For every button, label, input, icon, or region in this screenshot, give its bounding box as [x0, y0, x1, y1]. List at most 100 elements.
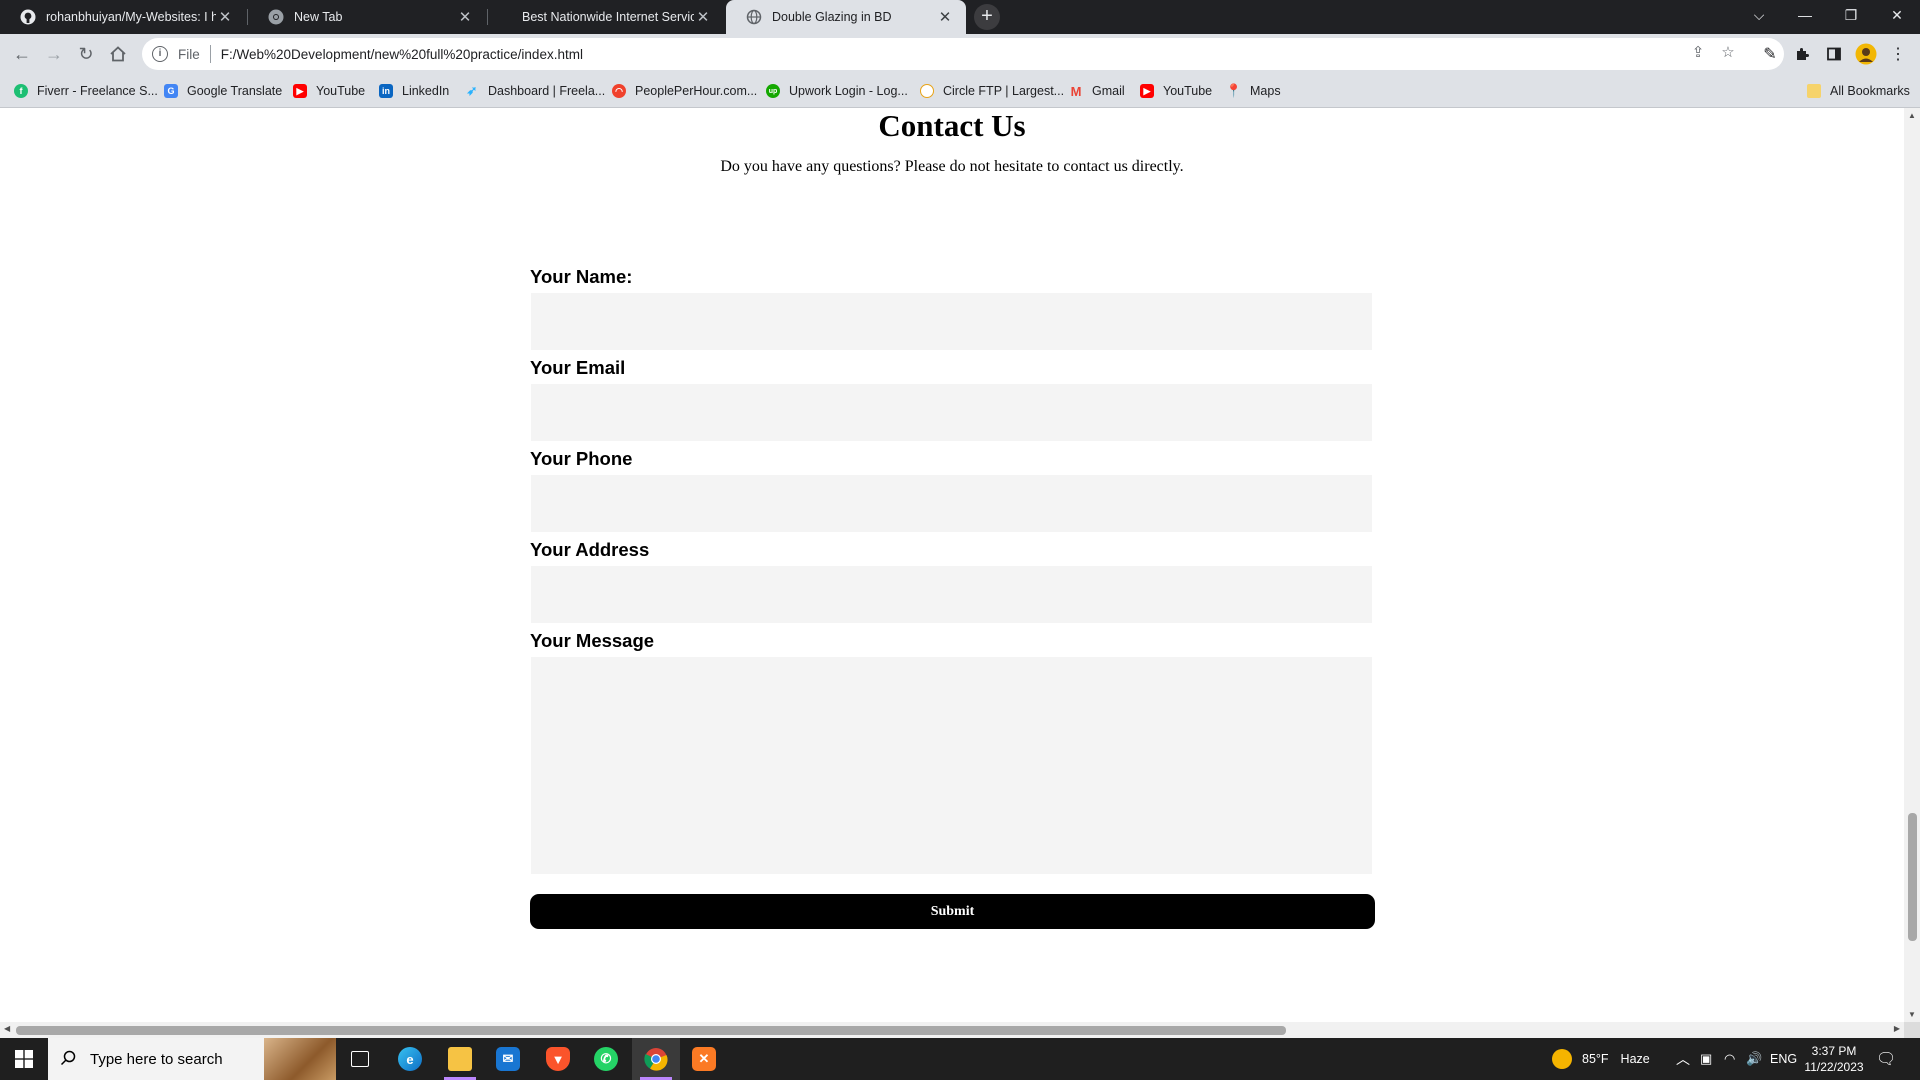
tab-new-tab[interactable]: New Tab ✕	[248, 0, 486, 34]
scroll-down-arrow-icon[interactable]: ▼	[1904, 1010, 1920, 1019]
whatsapp-icon: ✆	[594, 1047, 618, 1071]
all-bookmarks[interactable]: All Bookmarks	[1807, 82, 1910, 100]
window-close-button[interactable]: ✕	[1874, 0, 1920, 30]
weather-widget[interactable]: 85°F Haze	[1552, 1038, 1650, 1080]
taskbar-whatsapp[interactable]: ✆	[582, 1038, 630, 1080]
tray-overflow-chevron-icon[interactable]: ︿	[1676, 1038, 1690, 1080]
language-indicator[interactable]: ENG	[1770, 1038, 1797, 1080]
submit-button[interactable]: Submit	[530, 894, 1375, 929]
taskbar-edge[interactable]: e	[386, 1038, 434, 1080]
task-view-icon	[351, 1051, 369, 1067]
bookmark-maps[interactable]: 📍 Maps	[1226, 82, 1281, 100]
search-placeholder: Type here to search	[90, 1050, 223, 1068]
bookmark-label: YouTube	[316, 84, 366, 98]
info-icon[interactable]: i	[152, 46, 168, 62]
bookmark-upwork[interactable]: up Upwork Login - Log...	[766, 82, 908, 100]
tab-github[interactable]: rohanbhuiyan/My-Websites: I ha ✕	[0, 0, 246, 34]
share-icon[interactable]: ⇪	[1688, 42, 1708, 62]
profile-avatar[interactable]	[1852, 40, 1880, 68]
bookmark-star-icon[interactable]: ☆	[1718, 42, 1738, 62]
home-button[interactable]	[104, 40, 132, 68]
bookmark-label: PeoplePerHour.com...	[635, 84, 758, 98]
phone-label: Your Phone	[530, 448, 633, 469]
reload-button[interactable]: ↻	[72, 40, 100, 68]
folder-icon	[448, 1047, 472, 1071]
tab-search-chevron-icon[interactable]: ⌵	[1736, 0, 1782, 30]
close-icon[interactable]: ✕	[456, 8, 474, 26]
bookmark-label: Upwork Login - Log...	[789, 84, 908, 98]
forward-button[interactable]: →	[40, 40, 68, 68]
address-input[interactable]	[531, 566, 1372, 623]
restore-button[interactable]: ❐	[1828, 0, 1874, 30]
bookmark-youtube[interactable]: ▶ YouTube	[293, 82, 365, 100]
vertical-scroll-thumb[interactable]	[1908, 813, 1917, 941]
address-url[interactable]: F:/Web%20Development/new%20full%20practi…	[221, 47, 583, 62]
close-icon[interactable]: ✕	[216, 8, 234, 26]
horizontal-scrollbar[interactable]: ◀ ▶	[0, 1022, 1904, 1038]
bookmark-linkedin[interactable]: in LinkedIn	[379, 82, 449, 100]
scrollbar-corner	[1904, 1022, 1920, 1038]
peopleperhour-icon: ◠	[612, 84, 626, 98]
taskbar-brave[interactable]: ▼	[534, 1038, 582, 1080]
taskbar-clock[interactable]: 3:37 PM 11/22/2023	[1798, 1043, 1870, 1075]
minimize-button[interactable]: —	[1782, 0, 1828, 30]
back-button[interactable]: ←	[8, 40, 36, 68]
wifi-icon[interactable]: ◠	[1724, 1038, 1735, 1080]
side-panel-icon[interactable]	[1820, 40, 1848, 68]
fiverr-icon: f	[14, 84, 28, 98]
volume-icon[interactable]: 🔊	[1746, 1038, 1762, 1080]
tab-title: Double Glazing in BD	[772, 10, 892, 24]
mail-icon: ✉	[496, 1047, 520, 1071]
linkedin-icon: in	[379, 84, 393, 98]
all-bookmarks-label: All Bookmarks	[1830, 84, 1910, 98]
start-button[interactable]	[0, 1038, 48, 1080]
bookmark-google-translate[interactable]: G Google Translate	[164, 82, 282, 100]
search-icon	[60, 1050, 78, 1068]
scroll-right-arrow-icon[interactable]: ▶	[1894, 1024, 1900, 1033]
bookmark-peopleperhour[interactable]: ◠ PeoplePerHour.com...	[612, 82, 757, 100]
taskbar-xampp[interactable]: ✕	[680, 1038, 728, 1080]
bookmark-label: YouTube	[1163, 84, 1213, 98]
bookmark-label: Maps	[1250, 84, 1281, 98]
tab-title: Best Nationwide Internet Service	[522, 10, 694, 24]
taskbar-mail[interactable]: ✉	[484, 1038, 532, 1080]
scroll-left-arrow-icon[interactable]: ◀	[4, 1024, 10, 1033]
tab-double-glazing[interactable]: Double Glazing in BD ✕	[726, 0, 966, 34]
taskbar-file-explorer[interactable]	[436, 1038, 484, 1080]
email-input[interactable]	[531, 384, 1372, 441]
brave-icon: ▼	[546, 1047, 570, 1071]
bookmark-fiverr[interactable]: f Fiverr - Freelance S...	[14, 82, 158, 100]
menu-kebab-icon[interactable]: ⋮	[1884, 40, 1912, 68]
notifications-icon[interactable]: 🗨	[1876, 1038, 1896, 1080]
bookmark-circle-ftp[interactable]: Circle FTP | Largest...	[920, 82, 1064, 100]
name-input[interactable]	[531, 293, 1372, 350]
new-tab-button[interactable]: +	[974, 4, 1000, 30]
bookmark-freelancer[interactable]: ➶ Dashboard | Freela...	[465, 82, 606, 100]
contact-form: Your Name: Your Email Your Phone Your Ad…	[530, 266, 1375, 929]
close-icon[interactable]: ✕	[936, 8, 954, 26]
bookmark-label: LinkedIn	[402, 84, 450, 98]
edge-icon: e	[398, 1047, 422, 1071]
horizontal-scroll-thumb[interactable]	[16, 1026, 1286, 1035]
scroll-up-arrow-icon[interactable]: ▲	[1904, 111, 1920, 120]
address-label: Your Address	[530, 539, 650, 560]
eyedropper-extension-icon[interactable]: ✎	[1756, 40, 1784, 68]
extensions-puzzle-icon[interactable]	[1788, 40, 1816, 68]
taskbar-chrome[interactable]	[632, 1038, 680, 1080]
taskbar-search-box[interactable]: Type here to search	[48, 1038, 336, 1080]
bookmark-youtube-2[interactable]: ▶ YouTube	[1140, 82, 1212, 100]
close-icon[interactable]: ✕	[694, 8, 712, 26]
task-view-button[interactable]	[336, 1038, 384, 1080]
bookmark-label: Gmail	[1092, 84, 1125, 98]
windows-taskbar: Type here to search e ✉ ▼ ✆ ✕ 85°F Haze …	[0, 1038, 1920, 1080]
upwork-icon: up	[766, 84, 780, 98]
meet-now-icon[interactable]: ▣	[1700, 1038, 1712, 1080]
email-label: Your Email	[530, 357, 626, 378]
address-bar[interactable]: i File F:/Web%20Development/new%20full%2…	[142, 38, 1784, 70]
tab-internet-service[interactable]: Best Nationwide Internet Service ✕	[488, 0, 724, 34]
message-textarea[interactable]	[531, 657, 1372, 874]
bookmark-label: Circle FTP | Largest...	[943, 84, 1065, 98]
vertical-scrollbar[interactable]: ▲ ▼	[1904, 108, 1920, 1022]
phone-input[interactable]	[531, 475, 1372, 532]
bookmark-gmail[interactable]: M Gmail	[1069, 82, 1125, 100]
